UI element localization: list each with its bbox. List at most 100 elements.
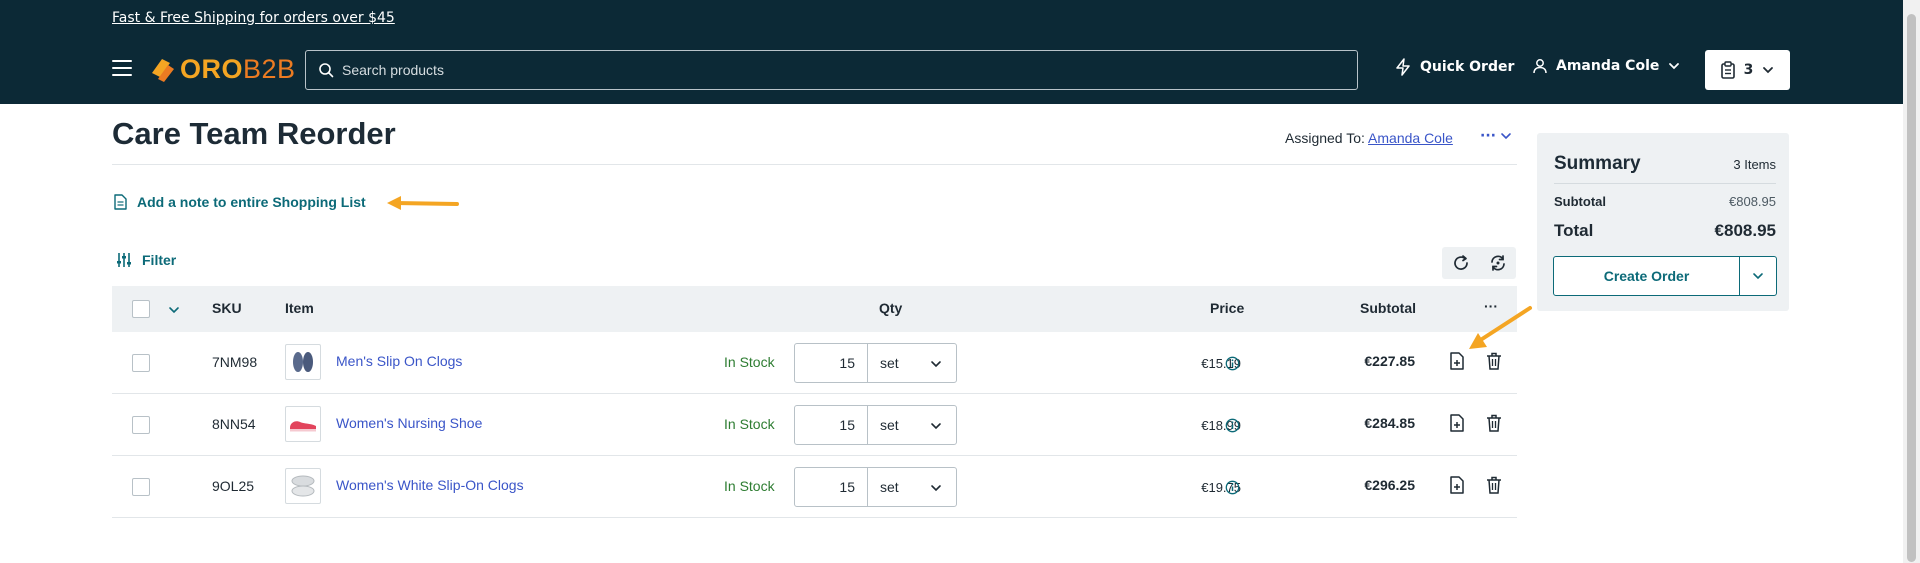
unit-select[interactable]: set (867, 467, 957, 507)
chevron-down-icon (931, 485, 941, 492)
row-sku: 7NM98 (212, 354, 258, 370)
product-link[interactable]: Men's Slip On Clogs (336, 353, 462, 369)
total-value: €808.95 (1714, 221, 1776, 240)
logo[interactable]: OROB2B (148, 52, 296, 86)
info-icon[interactable] (1225, 480, 1240, 495)
more-icon: ··· (1480, 128, 1496, 144)
filter-icon (117, 253, 131, 267)
quantity-input[interactable]: 15 (794, 467, 868, 507)
chevron-down-icon[interactable] (168, 304, 180, 316)
table-header: SKU Item Qty Price Subtotal ··· (112, 286, 1517, 332)
sync-icon[interactable] (1489, 254, 1507, 272)
summary-items-count: 3 Items (1733, 157, 1776, 172)
chevron-down-icon (931, 423, 941, 430)
stock-status: In Stock (724, 416, 775, 432)
chevron-down-icon (1669, 63, 1680, 70)
unit-select[interactable]: set (867, 343, 957, 383)
table-row: 7NM98 Men's Slip On Clogs In Stock 15 se… (112, 332, 1517, 394)
chevron-down-icon (1763, 67, 1774, 74)
lightning-icon (1396, 58, 1410, 76)
logo-mark-icon (152, 59, 174, 82)
shopping-list-actions-menu[interactable]: ··· (1480, 128, 1512, 144)
promo-link[interactable]: Fast & Free Shipping for orders over $45 (112, 10, 395, 26)
site-header: Fast & Free Shipping for orders over $45… (0, 0, 1920, 104)
select-all-checkbox[interactable] (132, 300, 150, 318)
product-link[interactable]: Women's Nursing Shoe (336, 415, 482, 431)
stock-status: In Stock (724, 478, 775, 494)
note-icon (114, 194, 127, 210)
page-title: Care Team Reorder (112, 116, 396, 151)
quick-order-label: Quick Order (1420, 59, 1515, 75)
info-icon[interactable] (1225, 418, 1240, 433)
total-label: Total (1554, 221, 1594, 240)
search-input[interactable] (342, 62, 1242, 78)
user-name: Amanda Cole (1556, 58, 1660, 74)
row-sku: 8NN54 (212, 416, 256, 432)
subtotal-value: €808.95 (1729, 194, 1776, 209)
user-menu[interactable]: Amanda Cole (1532, 58, 1681, 74)
product-thumbnail[interactable] (285, 468, 321, 504)
search-icon (319, 63, 334, 78)
row-checkbox[interactable] (132, 416, 150, 434)
filter-toggle[interactable]: Filter (116, 252, 176, 268)
add-note-icon[interactable] (1449, 476, 1465, 494)
trash-icon[interactable] (1486, 476, 1502, 494)
add-note-icon[interactable] (1449, 352, 1465, 370)
logo-text: OROB2B (180, 53, 296, 84)
clog-image-icon (293, 352, 313, 372)
stock-status: In Stock (724, 354, 775, 370)
create-order-dropdown-button[interactable] (1739, 256, 1777, 296)
summary-title: Summary (1554, 153, 1641, 174)
row-subtotal: €284.85 (1364, 415, 1415, 431)
quantity-input[interactable]: 15 (794, 343, 868, 383)
column-item[interactable]: Item (285, 300, 314, 316)
row-checkbox[interactable] (132, 478, 150, 496)
add-note-link[interactable]: Add a note to entire Shopping List (114, 194, 366, 210)
assigned-to: Assigned To: Amanda Cole (1285, 130, 1453, 146)
info-icon[interactable] (1225, 356, 1240, 371)
clipboard-icon (1720, 61, 1735, 79)
order-summary: Summary 3 Items Subtotal €808.95 Total €… (1537, 133, 1789, 311)
row-checkbox[interactable] (132, 354, 150, 372)
subtotal-label: Subtotal (1554, 194, 1606, 209)
column-sku[interactable]: SKU (212, 300, 242, 316)
add-note-icon[interactable] (1449, 414, 1465, 432)
row-subtotal: €296.25 (1364, 477, 1415, 493)
row-subtotal: €227.85 (1364, 353, 1415, 369)
unit-value: set (880, 417, 899, 433)
chevron-down-icon (1753, 273, 1763, 280)
assigned-user-link[interactable]: Amanda Cole (1368, 130, 1453, 146)
unit-value: set (880, 479, 899, 495)
refresh-icon[interactable] (1452, 254, 1470, 272)
product-link[interactable]: Women's White Slip-On Clogs (336, 477, 524, 493)
user-icon (1533, 59, 1547, 74)
product-thumbnail[interactable] (285, 406, 321, 442)
grid-toolbar (1442, 247, 1516, 279)
search-bar[interactable] (305, 50, 1358, 90)
white-clog-image-icon (291, 475, 315, 497)
row-sku: 9OL25 (212, 478, 255, 494)
quantity-input[interactable]: 15 (794, 405, 868, 445)
quick-order-link[interactable]: Quick Order (1394, 58, 1514, 76)
column-qty[interactable]: Qty (879, 300, 902, 316)
add-note-label: Add a note to entire Shopping List (137, 194, 366, 210)
create-order-button[interactable]: Create Order (1553, 256, 1740, 296)
unit-value: set (880, 355, 899, 371)
assigned-label: Assigned To: (1285, 130, 1365, 146)
column-subtotal[interactable]: Subtotal (1360, 300, 1416, 316)
hamburger-icon[interactable] (112, 60, 132, 76)
table-row: 9OL25 Women's White Slip-On Clogs In Sto… (112, 456, 1517, 518)
scrollbar-thumb[interactable] (1907, 14, 1916, 562)
nursing-shoe-image-icon (290, 421, 316, 432)
unit-select[interactable]: set (867, 405, 957, 445)
filter-label: Filter (142, 252, 177, 268)
trash-icon[interactable] (1486, 414, 1502, 432)
column-price[interactable]: Price (1210, 300, 1244, 316)
annotation-arrow-icon (1469, 306, 1532, 349)
shopping-list-button[interactable]: 3 (1705, 50, 1790, 90)
chevron-down-icon (931, 361, 941, 368)
divider (112, 164, 1517, 165)
chevron-down-icon (1501, 133, 1511, 140)
product-thumbnail[interactable] (285, 344, 321, 380)
scrollbar[interactable] (1903, 0, 1920, 563)
